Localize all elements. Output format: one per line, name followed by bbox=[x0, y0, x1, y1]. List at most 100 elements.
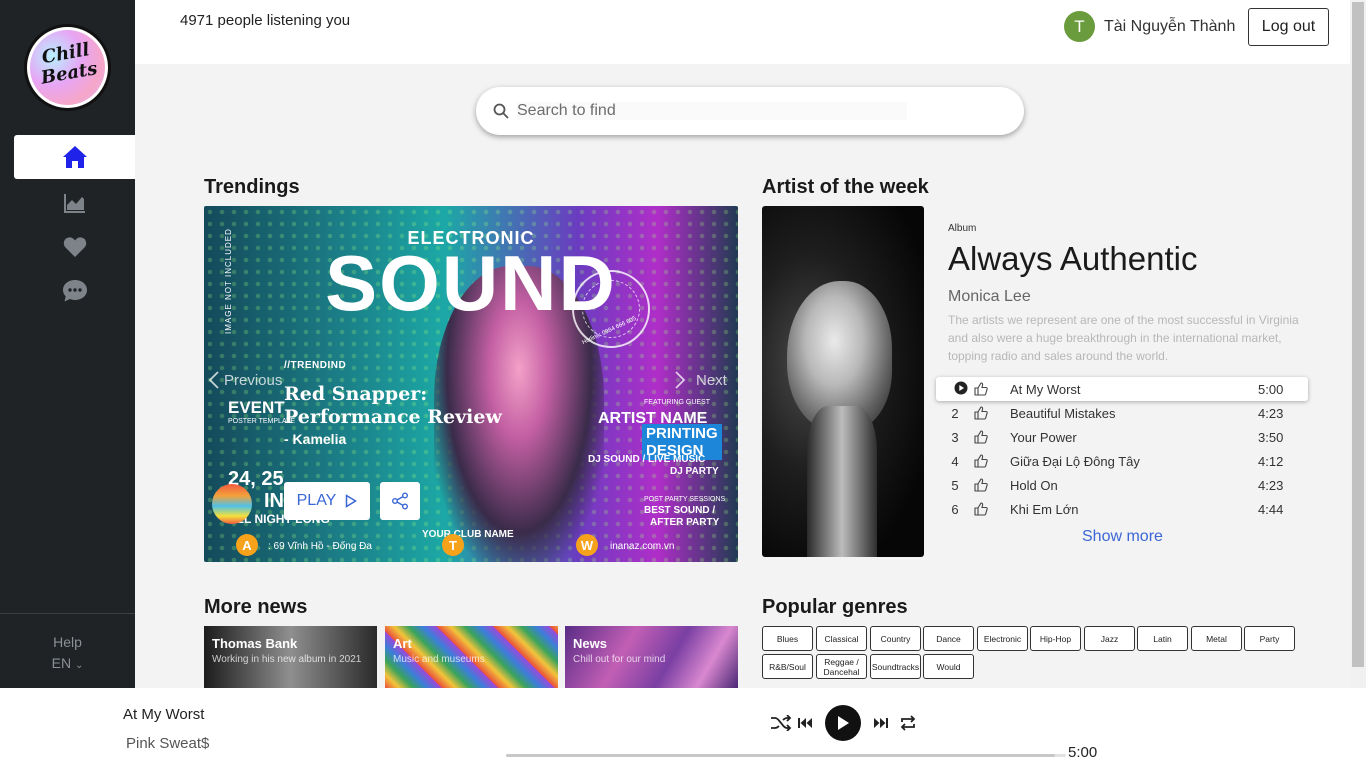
next-track-button[interactable] bbox=[873, 716, 889, 730]
news-card[interactable]: Thomas Bank Working in his new album in … bbox=[204, 626, 377, 688]
now-playing-artist: Pink Sweat$ bbox=[126, 735, 210, 752]
genre-chip[interactable]: Metal bbox=[1191, 626, 1242, 651]
news-title: Art bbox=[393, 636, 412, 651]
page-scrollbar[interactable] bbox=[1350, 0, 1366, 688]
help-link[interactable]: Help bbox=[0, 634, 135, 650]
track-row[interactable]: 2 Beautiful Mistakes 4:23 bbox=[936, 401, 1308, 425]
language-selector[interactable]: EN ⌄ bbox=[0, 655, 135, 671]
news-subtitle: Working in his new album in 2021 bbox=[212, 654, 362, 665]
artist-name: Monica Lee bbox=[948, 288, 1031, 305]
playback-progress-bar[interactable] bbox=[506, 754, 1066, 757]
avatar: T bbox=[1064, 11, 1095, 42]
track-row[interactable]: 5 Hold On 4:23 bbox=[936, 473, 1308, 497]
track-title: Beautiful Mistakes bbox=[1010, 405, 1116, 421]
play-circle-icon[interactable] bbox=[954, 381, 968, 395]
genre-chip[interactable]: Hip-Hop bbox=[1030, 626, 1081, 651]
track-row[interactable]: At My Worst 5:00 bbox=[936, 377, 1308, 401]
chevron-left-icon bbox=[208, 371, 219, 389]
thumbs-up-icon[interactable] bbox=[974, 502, 988, 516]
poster-badge-t: T bbox=[442, 534, 464, 556]
genre-chip[interactable]: Blues bbox=[762, 626, 813, 651]
more-news-heading: More news bbox=[204, 596, 308, 618]
thumbs-up-icon[interactable] bbox=[974, 478, 988, 492]
genre-chip[interactable]: Electronic bbox=[977, 626, 1028, 651]
previous-track-button[interactable] bbox=[797, 716, 813, 730]
news-title: News bbox=[573, 636, 607, 651]
repeat-button[interactable] bbox=[899, 715, 917, 731]
news-subtitle: Chill out for our mind bbox=[573, 654, 666, 665]
play-icon bbox=[838, 716, 849, 730]
search-input[interactable] bbox=[517, 102, 907, 120]
progress-fill bbox=[506, 754, 1055, 757]
artist-photo bbox=[762, 206, 924, 557]
logout-button[interactable]: Log out bbox=[1248, 8, 1329, 46]
genre-chip[interactable]: Would bbox=[923, 654, 974, 679]
track-duration: 4:23 bbox=[1258, 405, 1284, 421]
popular-genres-heading: Popular genres bbox=[762, 596, 908, 618]
track-row[interactable]: 3 Your Power 3:50 bbox=[936, 425, 1308, 449]
sidebar-item-favorites[interactable] bbox=[14, 225, 135, 269]
play-pause-button[interactable] bbox=[825, 705, 861, 741]
user-profile[interactable]: T Tài Nguyễn Thành bbox=[1064, 11, 1235, 42]
track-row[interactable]: 4 Giữa Đại Lộ Đông Tây 4:12 bbox=[936, 449, 1308, 473]
thumbs-up-icon[interactable] bbox=[974, 406, 988, 420]
news-card[interactable]: Art Music and museums bbox=[385, 626, 558, 688]
sidebar-item-chart[interactable] bbox=[14, 181, 135, 225]
track-title: Khi Em Lớn bbox=[1010, 501, 1079, 517]
sidebar: Chill Beats Help EN ⌄ bbox=[0, 0, 135, 688]
track-duration: 4:12 bbox=[1258, 453, 1284, 469]
genre-chip[interactable]: Country bbox=[870, 626, 921, 651]
genre-chip[interactable]: R&B/Soul bbox=[762, 654, 813, 679]
trending-title: Red Snapper: Performance Review bbox=[284, 383, 502, 428]
player-bar: At My Worst Pink Sweat$ 5:00 bbox=[0, 688, 1366, 768]
thumbs-up-icon[interactable] bbox=[974, 382, 988, 396]
shuffle-button[interactable] bbox=[770, 715, 792, 731]
sidebar-item-chat[interactable] bbox=[14, 269, 135, 313]
app-logo[interactable]: Chill Beats bbox=[24, 24, 111, 111]
track-number: 5 bbox=[951, 477, 959, 493]
search-icon bbox=[493, 103, 509, 119]
genre-chip[interactable]: Dance bbox=[923, 626, 974, 651]
artist-week-heading: Artist of the week bbox=[762, 176, 929, 198]
genre-chip[interactable]: Jazz bbox=[1084, 626, 1135, 651]
track-number: 4 bbox=[951, 453, 959, 469]
heart-icon bbox=[63, 237, 86, 257]
thumbs-up-icon[interactable] bbox=[974, 430, 988, 444]
album-title: Always Authentic bbox=[948, 240, 1198, 277]
username: Tài Nguyễn Thành bbox=[1104, 17, 1236, 35]
carousel-prev-button[interactable]: Previous bbox=[208, 370, 282, 390]
track-duration-display: 5:00 bbox=[1068, 744, 1098, 761]
shuffle-icon bbox=[771, 715, 792, 731]
play-outline-icon bbox=[346, 494, 358, 508]
now-playing-title: At My Worst bbox=[123, 706, 205, 723]
listener-count: 4971 people listening you bbox=[180, 12, 351, 29]
trendings-heading: Trendings bbox=[204, 176, 300, 198]
poster-event: EVENT bbox=[228, 398, 285, 417]
artist-description: The artists we represent are one of the … bbox=[948, 313, 1299, 363]
carousel-next-button[interactable]: Next bbox=[674, 370, 727, 390]
genre-chip[interactable]: Party bbox=[1244, 626, 1295, 651]
track-row[interactable]: 6 Khi Em Lớn 4:44 bbox=[936, 497, 1308, 521]
trending-artist: - Kamelia bbox=[284, 431, 347, 447]
poster-side-text: IMAGE NOT INCLUDED bbox=[224, 228, 233, 334]
trending-carousel[interactable]: ELECTRONIC SOUND IMAGE NOT INCLUDED Hotl… bbox=[204, 206, 738, 562]
scrollbar-thumb[interactable] bbox=[1352, 2, 1364, 667]
search-bar[interactable] bbox=[476, 87, 1024, 135]
top-header: 4971 people listening you T Tài Nguyễn T… bbox=[135, 0, 1350, 64]
chevron-down-icon: ⌄ bbox=[74, 660, 84, 671]
sidebar-item-home[interactable] bbox=[14, 135, 135, 179]
genre-chip[interactable]: Soundtracks bbox=[870, 654, 921, 679]
show-more-link[interactable]: Show more bbox=[1082, 528, 1163, 546]
track-duration: 4:23 bbox=[1258, 477, 1284, 493]
news-card[interactable]: News Chill out for our mind bbox=[565, 626, 738, 688]
poster-sound: SOUND bbox=[325, 239, 617, 327]
trending-play-button[interactable]: PLAY bbox=[284, 482, 370, 520]
genre-chip[interactable]: Classical bbox=[816, 626, 867, 651]
repeat-icon bbox=[900, 715, 916, 731]
track-duration: 3:50 bbox=[1258, 429, 1284, 445]
thumbs-up-icon[interactable] bbox=[974, 454, 988, 468]
track-title: Giữa Đại Lộ Đông Tây bbox=[1010, 453, 1140, 469]
genre-chip[interactable]: Reggae / Dancehal bbox=[816, 654, 867, 679]
genre-chip[interactable]: Latin bbox=[1137, 626, 1188, 651]
trending-share-button[interactable] bbox=[380, 482, 420, 520]
